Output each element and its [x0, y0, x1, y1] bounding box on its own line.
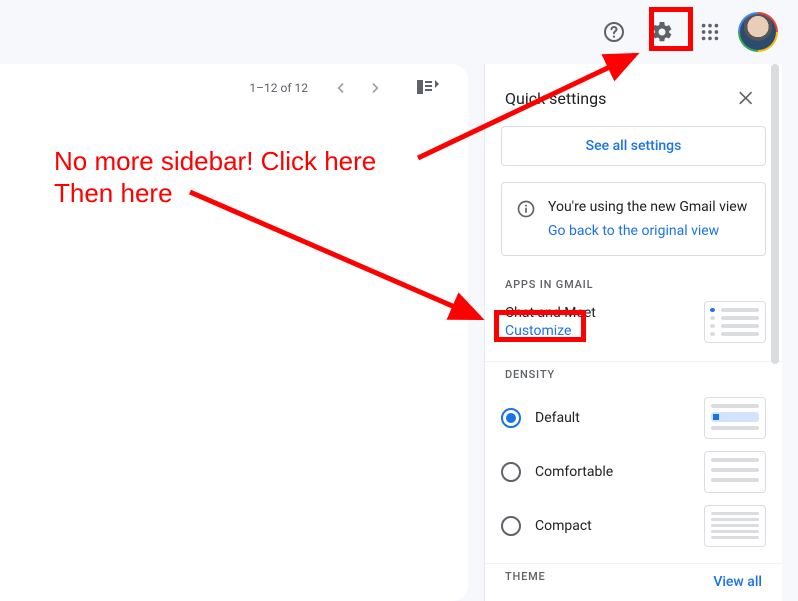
new-view-info: You're using the new Gmail view Go back …	[501, 182, 766, 256]
density-comfortable-row[interactable]: Comfortable	[485, 445, 782, 499]
help-button[interactable]	[594, 12, 634, 52]
apps-grid-icon	[699, 21, 721, 43]
radio-comfortable[interactable]	[501, 462, 521, 482]
close-icon	[736, 88, 756, 108]
radio-compact[interactable]	[501, 516, 521, 536]
density-default-thumb	[704, 397, 766, 439]
radio-default[interactable]	[501, 408, 521, 428]
mail-list-panel: 1–12 of 12	[0, 64, 468, 601]
chevron-left-icon	[330, 78, 350, 98]
density-compact-row[interactable]: Compact	[485, 499, 782, 553]
density-section-label: DENSITY	[485, 368, 782, 381]
info-line1: You're using the new Gmail view	[548, 199, 747, 215]
panel-header: Quick settings	[485, 64, 782, 126]
app-header	[0, 0, 798, 64]
density-section: DENSITY Default Comfortable	[485, 361, 782, 563]
help-icon	[602, 20, 626, 44]
account-avatar[interactable]	[738, 12, 778, 52]
density-comfortable-thumb	[704, 451, 766, 493]
go-back-original-link[interactable]: Go back to the original view	[548, 221, 747, 241]
close-panel-button[interactable]	[730, 82, 762, 114]
google-apps-button[interactable]	[690, 12, 730, 52]
see-all-settings-button[interactable]: See all settings	[501, 126, 766, 166]
theme-section-label: THEME	[505, 570, 546, 583]
apps-section-label: APPS IN GMAIL	[485, 278, 782, 291]
next-page-button[interactable]	[360, 72, 392, 104]
density-comfortable-label: Comfortable	[535, 464, 613, 480]
quick-settings-panel: Quick settings See all settings You're u…	[484, 64, 782, 601]
chat-meet-thumbnail[interactable]	[704, 301, 766, 343]
content-area: 1–12 of 12 Quick settings See all settin…	[0, 64, 798, 601]
chat-meet-row: Chat and Meet Customize	[485, 301, 782, 351]
page-count: 1–12 of 12	[249, 81, 308, 95]
apps-section: APPS IN GMAIL Chat and Meet Customize	[485, 272, 782, 361]
density-compact-thumb	[704, 505, 766, 547]
settings-button[interactable]	[642, 12, 682, 52]
density-compact-label: Compact	[535, 518, 592, 534]
theme-section: THEME View all	[485, 563, 782, 601]
info-text: You're using the new Gmail view Go back …	[548, 197, 747, 241]
info-icon	[516, 199, 536, 219]
avatar-image	[740, 14, 776, 50]
scrollbar-thumb[interactable]	[771, 64, 779, 364]
customize-link[interactable]: Customize	[505, 323, 596, 339]
density-default-label: Default	[535, 410, 580, 426]
prev-page-button[interactable]	[324, 72, 356, 104]
gear-icon	[650, 20, 674, 44]
chat-meet-label: Chat and Meet	[505, 305, 596, 321]
theme-view-all-link[interactable]: View all	[713, 574, 762, 590]
split-pane-toggle[interactable]	[408, 72, 448, 104]
panel-scrollbar[interactable]	[768, 64, 782, 601]
split-pane-icon	[416, 78, 440, 98]
see-all-label: See all settings	[586, 138, 682, 154]
density-default-row[interactable]: Default	[485, 391, 782, 445]
mail-toolbar: 1–12 of 12	[0, 64, 468, 112]
chevron-right-icon	[366, 78, 386, 98]
panel-title: Quick settings	[505, 89, 606, 108]
